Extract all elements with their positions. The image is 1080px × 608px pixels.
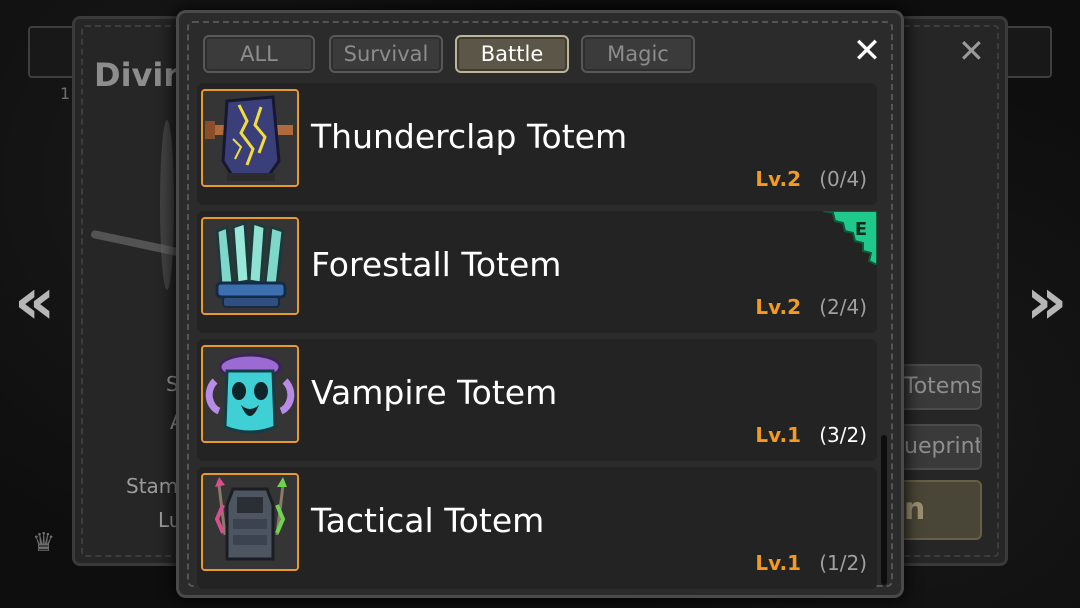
background-sword-blade	[160, 120, 174, 290]
background-action-button[interactable]: n	[896, 480, 982, 540]
list-item[interactable]: Forestall Totem Lv.2 (2/4) E	[197, 210, 877, 333]
background-close-icon[interactable]: ✕	[958, 32, 985, 70]
background-totems-button[interactable]: Totems	[896, 364, 982, 410]
list-item[interactable]: Thunderclap Totem Lv.2 (0/4)	[197, 83, 877, 205]
item-level: Lv.2	[755, 295, 801, 319]
tab-magic[interactable]: Magic	[581, 35, 695, 73]
equipped-badge-icon: E	[822, 210, 877, 267]
background-corner-slot-right	[1004, 26, 1052, 78]
tab-all[interactable]: ALL	[203, 35, 315, 73]
totem-list: Thunderclap Totem Lv.2 (0/4) Forestall T…	[197, 83, 877, 591]
tactical-totem-icon	[201, 473, 299, 571]
background-blueprints-button[interactable]: ueprints	[896, 424, 982, 470]
totem-selection-modal: ALL Survival Battle Magic ✕ Thunderclap …	[176, 10, 904, 598]
background-corner-slot	[28, 26, 76, 78]
tab-battle[interactable]: Battle	[455, 35, 569, 73]
thunderclap-totem-icon	[201, 89, 299, 187]
item-name: Thunderclap Totem	[311, 117, 628, 156]
vampire-totem-icon	[201, 345, 299, 443]
background-slot-number: 1	[60, 84, 71, 103]
item-level: Lv.2	[755, 167, 801, 191]
item-count: (2/4)	[819, 295, 867, 319]
item-count: (0/4)	[819, 167, 867, 191]
item-name: Vampire Totem	[311, 373, 558, 412]
background-panel-title: Divin	[94, 56, 187, 94]
item-level: Lv.1	[755, 551, 801, 575]
next-arrow-icon[interactable]: »	[1026, 270, 1067, 334]
item-name: Forestall Totem	[311, 245, 562, 284]
equipped-badge-letter: E	[855, 219, 867, 240]
crown-icon: ♛	[32, 528, 56, 558]
list-scrollbar[interactable]	[881, 435, 887, 585]
item-name: Tactical Totem	[311, 501, 545, 540]
item-count: (3/2)	[819, 423, 867, 447]
modal-close-button[interactable]: ✕	[847, 31, 887, 71]
forestall-totem-icon	[201, 217, 299, 315]
item-count: (1/2)	[819, 551, 867, 575]
tab-survival[interactable]: Survival	[329, 35, 443, 73]
list-item[interactable]: Tactical Totem Lv.1 (1/2)	[197, 467, 877, 589]
background-stat-label: Stam	[126, 474, 179, 498]
list-item[interactable]: Vampire Totem Lv.1 (3/2)	[197, 339, 877, 461]
item-level: Lv.1	[755, 423, 801, 447]
prev-arrow-icon[interactable]: «	[14, 270, 55, 334]
